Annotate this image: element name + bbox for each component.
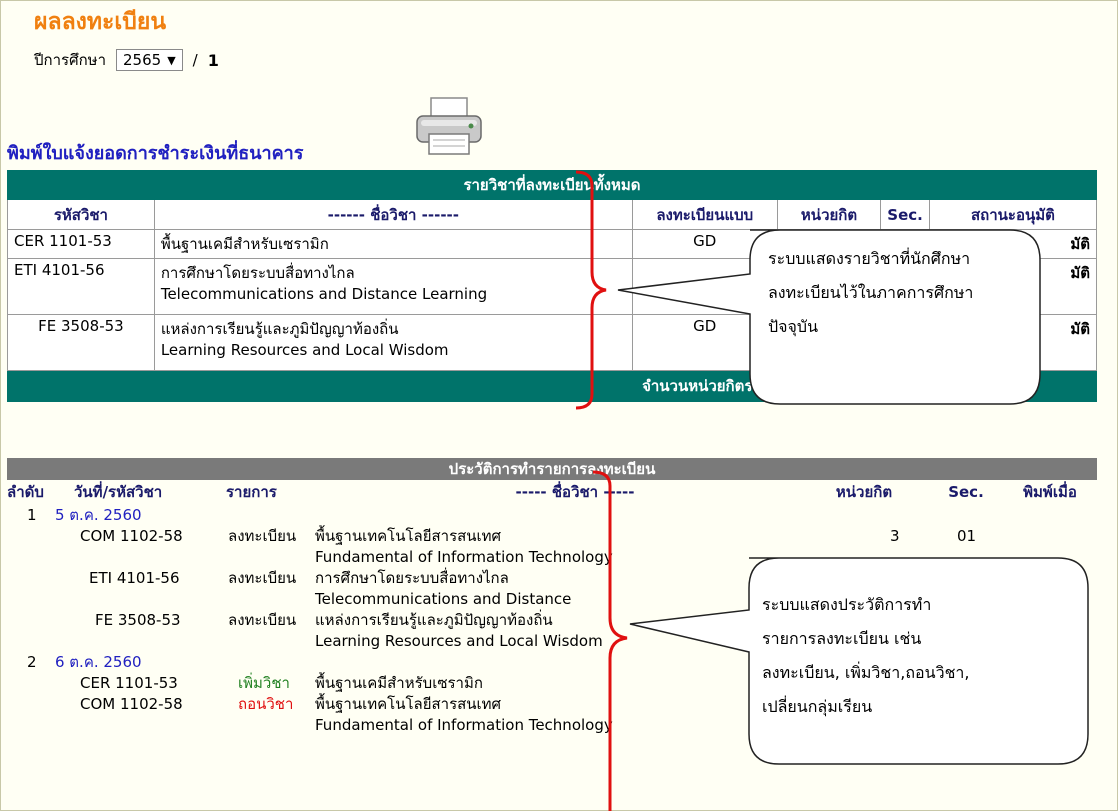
subject-name: พื้นฐานเคมีสำหรับเซรามิก: [153, 229, 633, 259]
item-name: พื้นฐานเทคโนโลยีสารสนเทศ: [315, 527, 502, 545]
col-no: ลำดับ: [7, 483, 44, 501]
page-title: ผลลงทะเบียน: [34, 9, 167, 35]
year-term: 1: [207, 50, 219, 70]
item-name-en: Telecommunications and Distance: [315, 590, 572, 608]
item-action: ลงทะเบียน: [228, 569, 297, 587]
subject-code: ETI 4101-56: [7, 258, 155, 315]
col-printed: พิมพ์เมื่อ: [1023, 483, 1077, 501]
chevron-down-icon: ▼: [167, 53, 176, 67]
year-label: ปีการศึกษา: [34, 51, 106, 69]
printer-icon[interactable]: [413, 96, 485, 158]
group-date: 6 ต.ค. 2560: [55, 653, 142, 671]
item-name: การศึกษาโดยระบบสื่อทางไกล: [315, 569, 509, 587]
group-date: 5 ต.ค. 2560: [55, 506, 142, 524]
print-bank-slip-link[interactable]: พิมพ์ใบแจ้งยอดการชำระเงินที่ธนาคาร: [7, 138, 303, 167]
subject-name: การศึกษาโดยระบบสื่อทางไกล: [160, 264, 355, 282]
group-no: 1: [27, 506, 37, 524]
callout-registered-text: ระบบแสดงรายวิชาที่นักศึกษา ลงทะเบียนไว้ใ…: [768, 249, 974, 336]
year-value: 2565: [123, 51, 162, 69]
item-code: COM 1102-58: [80, 695, 183, 713]
group-no: 2: [27, 653, 37, 671]
item-name: พื้นฐานเคมีสำหรับเซรามิก: [315, 674, 483, 692]
col-action: รายการ: [226, 483, 277, 501]
item-action: ลงทะเบียน: [228, 611, 297, 629]
history-header: ลำดับ วันที่/รหัสวิชา รายการ ----- ชื่อว…: [7, 480, 1097, 505]
col-sec: Sec.: [880, 199, 930, 230]
history-group: 1 5 ต.ค. 2560: [7, 505, 1097, 526]
subject-name-cell: การศึกษาโดยระบบสื่อทางไกล Telecommunicat…: [153, 258, 633, 315]
subject-code: CER 1101-53: [7, 229, 155, 259]
col-date-code: วันที่/รหัสวิชา: [74, 483, 163, 501]
item-code: COM 1102-58: [80, 527, 183, 545]
item-credit: 3: [890, 527, 900, 545]
year-separator: /: [192, 51, 198, 69]
registered-table-title: รายวิชาที่ลงทะเบียนทั้งหมด: [7, 170, 1097, 200]
item-name: แหล่งการเรียนรู้และภูมิปัญญาท้องถิ่น: [315, 611, 553, 629]
callout-history-text: ระบบแสดงประวัติการทำ รายการลงทะเบียน เช่…: [762, 595, 970, 716]
subject-name-en: Telecommunications and Distance Learning: [160, 285, 488, 303]
item-sec: 01: [957, 527, 977, 545]
year-select[interactable]: 2565 ▼: [116, 49, 183, 71]
col-name: ------ ชื่อวิชา ------: [153, 199, 633, 230]
col-code: รหัสวิชา: [7, 199, 155, 230]
col-subject-name: ----- ชื่อวิชา -----: [515, 483, 635, 501]
col-sec: Sec.: [948, 483, 984, 501]
item-code: CER 1101-53: [80, 674, 178, 692]
item-code: FE 3508-53: [95, 611, 181, 629]
item-action: ลงทะเบียน: [228, 527, 297, 545]
col-credit: หน่วยกิต: [835, 483, 893, 501]
subject-name-cell: แหล่งการเรียนรู้และภูมิปัญญาท้องถิ่น Lea…: [153, 314, 633, 371]
subject-name: แหล่งการเรียนรู้และภูมิปัญญาท้องถิ่น: [160, 320, 399, 338]
item-action: เพิ่มวิชา: [238, 674, 290, 692]
item-action: ถอนวิชา: [238, 695, 294, 713]
subject-name-en: Learning Resources and Local Wisdom: [160, 341, 449, 359]
subject-code: FE 3508-53: [7, 314, 155, 371]
list-item: COM 1102-58 ลงทะเบียน พื้นฐานเทคโนโลยีสา…: [7, 526, 1097, 547]
col-status: สถานะอนุมัติ: [928, 199, 1098, 230]
item-name-en: Fundamental of Information Technology: [315, 716, 613, 734]
item-name-en: Fundamental of Information Technology: [315, 548, 613, 566]
item-code: ETI 4101-56: [89, 569, 180, 587]
item-name-en: Learning Resources and Local Wisdom: [315, 632, 603, 650]
col-type: ลงทะเบียนแบบ: [631, 199, 778, 230]
history-title: ประวัติการทำรายการลงทะเบียน: [7, 458, 1097, 480]
year-row: ปีการศึกษา 2565 ▼ / 1: [34, 48, 219, 72]
col-credit: หน่วยกิต: [776, 199, 882, 230]
item-name: พื้นฐานเทคโนโลยีสารสนเทศ: [315, 695, 502, 713]
